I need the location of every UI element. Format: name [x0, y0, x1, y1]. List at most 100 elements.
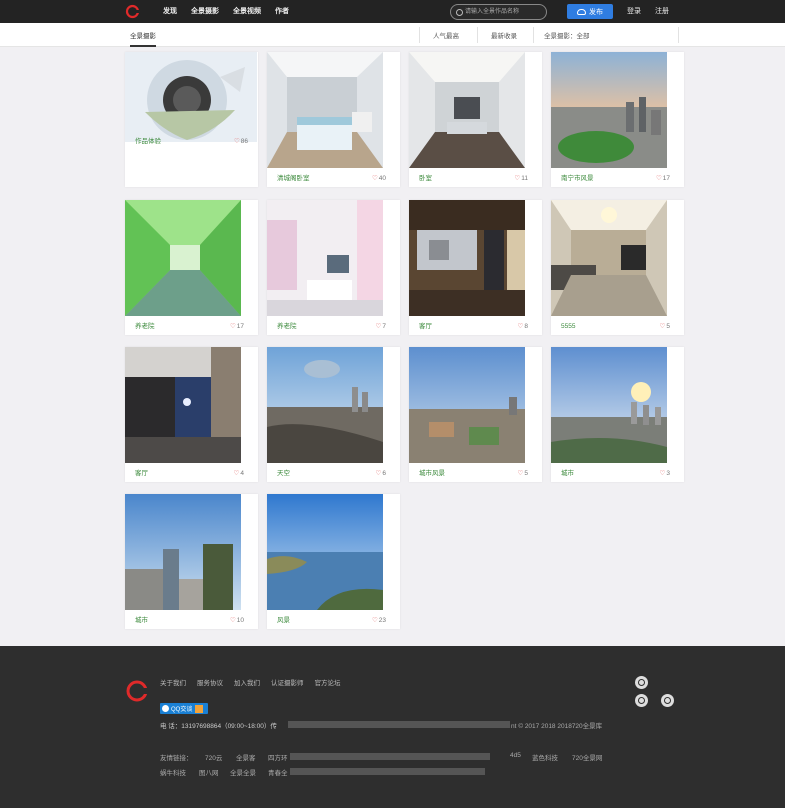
heart-icon: ♡	[233, 138, 240, 145]
footer-link-join[interactable]: 加入我们	[234, 677, 260, 687]
heart-icon: ♡	[517, 470, 524, 477]
work-thumbnail[interactable]	[551, 52, 667, 168]
nav-authors[interactable]: 作者	[275, 6, 289, 16]
like-count[interactable]: ♡17	[656, 174, 670, 182]
work-title[interactable]: 卧室	[419, 172, 432, 182]
work-title[interactable]: 城市	[561, 467, 574, 477]
tab-panorama-photo[interactable]: 全景摄影	[130, 30, 156, 47]
work-thumbnail[interactable]	[125, 347, 241, 463]
wechat-icon[interactable]	[635, 676, 648, 689]
friend-link[interactable]: 青春全	[268, 767, 288, 777]
work-title[interactable]: 城市	[135, 614, 148, 624]
friend-link[interactable]: 蓝色科技	[532, 752, 558, 762]
qq-social-icon[interactable]	[661, 694, 674, 707]
work-title[interactable]: 南宁市风景	[561, 172, 594, 182]
friend-link[interactable]: 四方环	[268, 752, 288, 762]
search-icon[interactable]	[456, 9, 463, 16]
like-count[interactable]: ♡23	[372, 616, 386, 624]
footer-link-about[interactable]: 关于我们	[160, 677, 186, 687]
like-count[interactable]: ♡8	[518, 322, 528, 330]
work-thumbnail[interactable]	[409, 347, 525, 463]
main-nav: 发现 全景摄影 全景视频 作者	[163, 6, 289, 16]
login-link[interactable]: 登录	[627, 6, 641, 16]
work-title[interactable]: 客厅	[419, 320, 432, 330]
work-title[interactable]: 客厅	[135, 467, 148, 477]
sort-most-popular[interactable]: 人气最高	[433, 30, 459, 40]
friend-link[interactable]: 720云	[205, 752, 222, 762]
work-thumbnail[interactable]	[409, 52, 525, 168]
work-title[interactable]: 养老院	[135, 320, 155, 330]
friend-link[interactable]: 720全景网	[572, 752, 602, 762]
work-thumbnail[interactable]	[125, 200, 241, 316]
like-count[interactable]: ♡6	[376, 469, 386, 477]
work-thumbnail[interactable]	[125, 494, 241, 610]
work-card[interactable]: 南宁市风景 ♡17	[551, 52, 684, 187]
nav-discover[interactable]: 发现	[163, 6, 177, 16]
cloud-upload-icon	[577, 8, 586, 15]
work-card[interactable]: 城市风景 ♡5	[409, 347, 542, 482]
footer-logo[interactable]	[125, 679, 149, 703]
work-thumbnail[interactable]	[267, 200, 383, 316]
category-bar: 全景摄影 人气最高 最新收录 全景摄影：全部	[0, 23, 785, 47]
work-thumbnail[interactable]	[409, 200, 525, 316]
work-card[interactable]: 5555 ♡5	[551, 200, 684, 335]
search-input[interactable]	[465, 6, 545, 18]
footer-link-terms[interactable]: 服务协议	[197, 677, 223, 687]
work-card[interactable]: 客厅 ♡4	[125, 347, 258, 482]
work-card[interactable]: 城市 ♡3	[551, 347, 684, 482]
publish-button[interactable]: 发布	[567, 4, 613, 19]
friend-links-label: 友情链接：	[160, 755, 193, 762]
site-logo[interactable]	[125, 4, 140, 19]
work-title[interactable]: 作品体验	[135, 135, 161, 145]
work-title[interactable]: 天空	[277, 467, 290, 477]
nav-panorama-photo[interactable]: 全景摄影	[191, 6, 219, 16]
work-title[interactable]: 城市风景	[419, 467, 445, 477]
like-count[interactable]: ♡7	[376, 322, 386, 330]
sort-latest[interactable]: 最新收录	[491, 30, 517, 40]
footer-link-certified[interactable]: 认证摄影师	[271, 677, 304, 687]
footer-link-forum[interactable]: 官方论坛	[315, 677, 341, 687]
like-count[interactable]: ♡86	[234, 137, 248, 145]
work-thumbnail[interactable]	[267, 347, 383, 463]
friend-link[interactable]: 图八网	[199, 767, 219, 777]
register-link[interactable]: 注册	[655, 6, 669, 16]
work-thumbnail[interactable]	[551, 347, 667, 463]
work-title[interactable]: 5555	[561, 323, 575, 330]
friend-link[interactable]: 蜗牛科技	[160, 767, 186, 777]
like-count[interactable]: ♡3	[660, 469, 670, 477]
work-card[interactable]: 卧室 ♡11	[409, 52, 542, 187]
like-count[interactable]: ♡17	[230, 322, 244, 330]
work-card[interactable]: 作品体验 ♡86	[125, 52, 258, 187]
work-thumbnail[interactable]	[551, 200, 667, 316]
like-count[interactable]: ♡40	[372, 174, 386, 182]
like-count[interactable]: ♡4	[234, 469, 244, 477]
site-footer: 关于我们 服务协议 加入我们 认证摄影师 官方论坛 QQ交谈 电 话：13197…	[0, 646, 785, 808]
work-thumbnail[interactable]	[125, 52, 257, 168]
like-count[interactable]: ♡5	[660, 322, 670, 330]
friend-link[interactable]: 全景客	[236, 752, 256, 762]
work-thumbnail[interactable]	[267, 52, 383, 168]
work-card[interactable]: 清城阁卧室 ♡40	[267, 52, 400, 187]
friend-link[interactable]: 4d5	[510, 752, 521, 759]
qq-badge-icon	[195, 704, 204, 713]
work-card[interactable]: 客厅 ♡8	[409, 200, 542, 335]
work-card[interactable]: 养老院 ♡7	[267, 200, 400, 335]
like-count[interactable]: ♡5	[518, 469, 528, 477]
work-title[interactable]: 清城阁卧室	[277, 172, 310, 182]
work-card[interactable]: 养老院 ♡17	[125, 200, 258, 335]
friend-link[interactable]: 全景全景	[230, 767, 256, 777]
nav-panorama-video[interactable]: 全景视频	[233, 6, 261, 16]
like-count[interactable]: ♡10	[230, 616, 244, 624]
work-card[interactable]: 天空 ♡6	[267, 347, 400, 482]
filter-category[interactable]: 全景摄影：全部	[544, 30, 590, 40]
work-title[interactable]: 养老院	[277, 320, 297, 330]
work-card[interactable]: 风景 ♡23	[267, 494, 400, 629]
redacted-region	[290, 768, 485, 775]
qq-chat-button[interactable]: QQ交谈	[160, 703, 208, 714]
weibo-icon[interactable]	[635, 694, 648, 707]
work-thumbnail[interactable]	[267, 494, 383, 610]
work-card[interactable]: 城市 ♡10	[125, 494, 258, 629]
work-title[interactable]: 风景	[277, 614, 290, 624]
heart-icon: ♡	[229, 323, 236, 330]
like-count[interactable]: ♡11	[514, 174, 528, 182]
